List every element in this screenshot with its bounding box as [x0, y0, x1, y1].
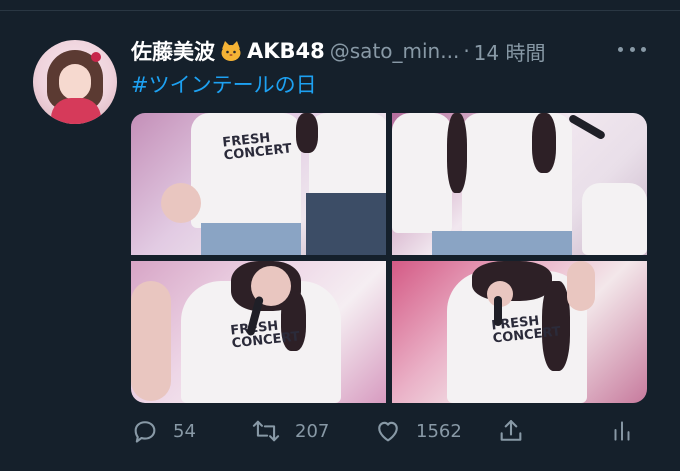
retweet-button[interactable]: 207 [251, 416, 329, 446]
display-name[interactable]: 佐藤美波 [131, 36, 215, 66]
share-icon [500, 420, 522, 441]
microphone [567, 113, 607, 141]
hashtag-link[interactable]: #ツインテールの日 [131, 69, 317, 99]
analytics-button[interactable] [609, 416, 635, 446]
retweet-count: 207 [295, 420, 330, 442]
cat-face-icon [220, 40, 242, 62]
like-button[interactable]: 1562 [374, 416, 462, 446]
microphone [494, 296, 502, 326]
timestamp[interactable]: 14 時間 [474, 37, 546, 66]
media-grid: FRESH CONCERT FRESH CONCERT [131, 113, 647, 403]
more-horizontal-icon[interactable] [618, 38, 646, 60]
like-count: 1562 [416, 420, 462, 442]
retweet-icon [252, 420, 280, 442]
avatar[interactable] [33, 40, 117, 124]
photo-3[interactable]: FRESH CONCERT [131, 261, 386, 403]
heart-icon [378, 421, 398, 442]
tweet-view: 佐藤美波 AKB48 @sato_min... · 14 時間 #ツインテールの… [0, 0, 680, 471]
bottom-divider [0, 457, 680, 471]
separator-dot: · [463, 39, 470, 63]
photo-1[interactable]: FRESH CONCERT [131, 113, 386, 255]
reply-count: 54 [173, 420, 196, 442]
photo-4[interactable]: FRESH CONCERT [392, 261, 647, 403]
reply-button[interactable]: 54 [131, 416, 196, 446]
team-name[interactable]: AKB48 [247, 39, 325, 63]
divider [0, 0, 680, 11]
analytics-icon [614, 421, 630, 441]
share-button[interactable] [497, 416, 525, 446]
tweet-actions: 54 207 1562 [131, 416, 651, 446]
reply-icon [134, 421, 156, 443]
tweet-header: 佐藤美波 AKB48 @sato_min... · 14 時間 [131, 36, 545, 66]
user-handle[interactable]: @sato_min... [330, 39, 460, 63]
photo-2[interactable] [392, 113, 647, 255]
